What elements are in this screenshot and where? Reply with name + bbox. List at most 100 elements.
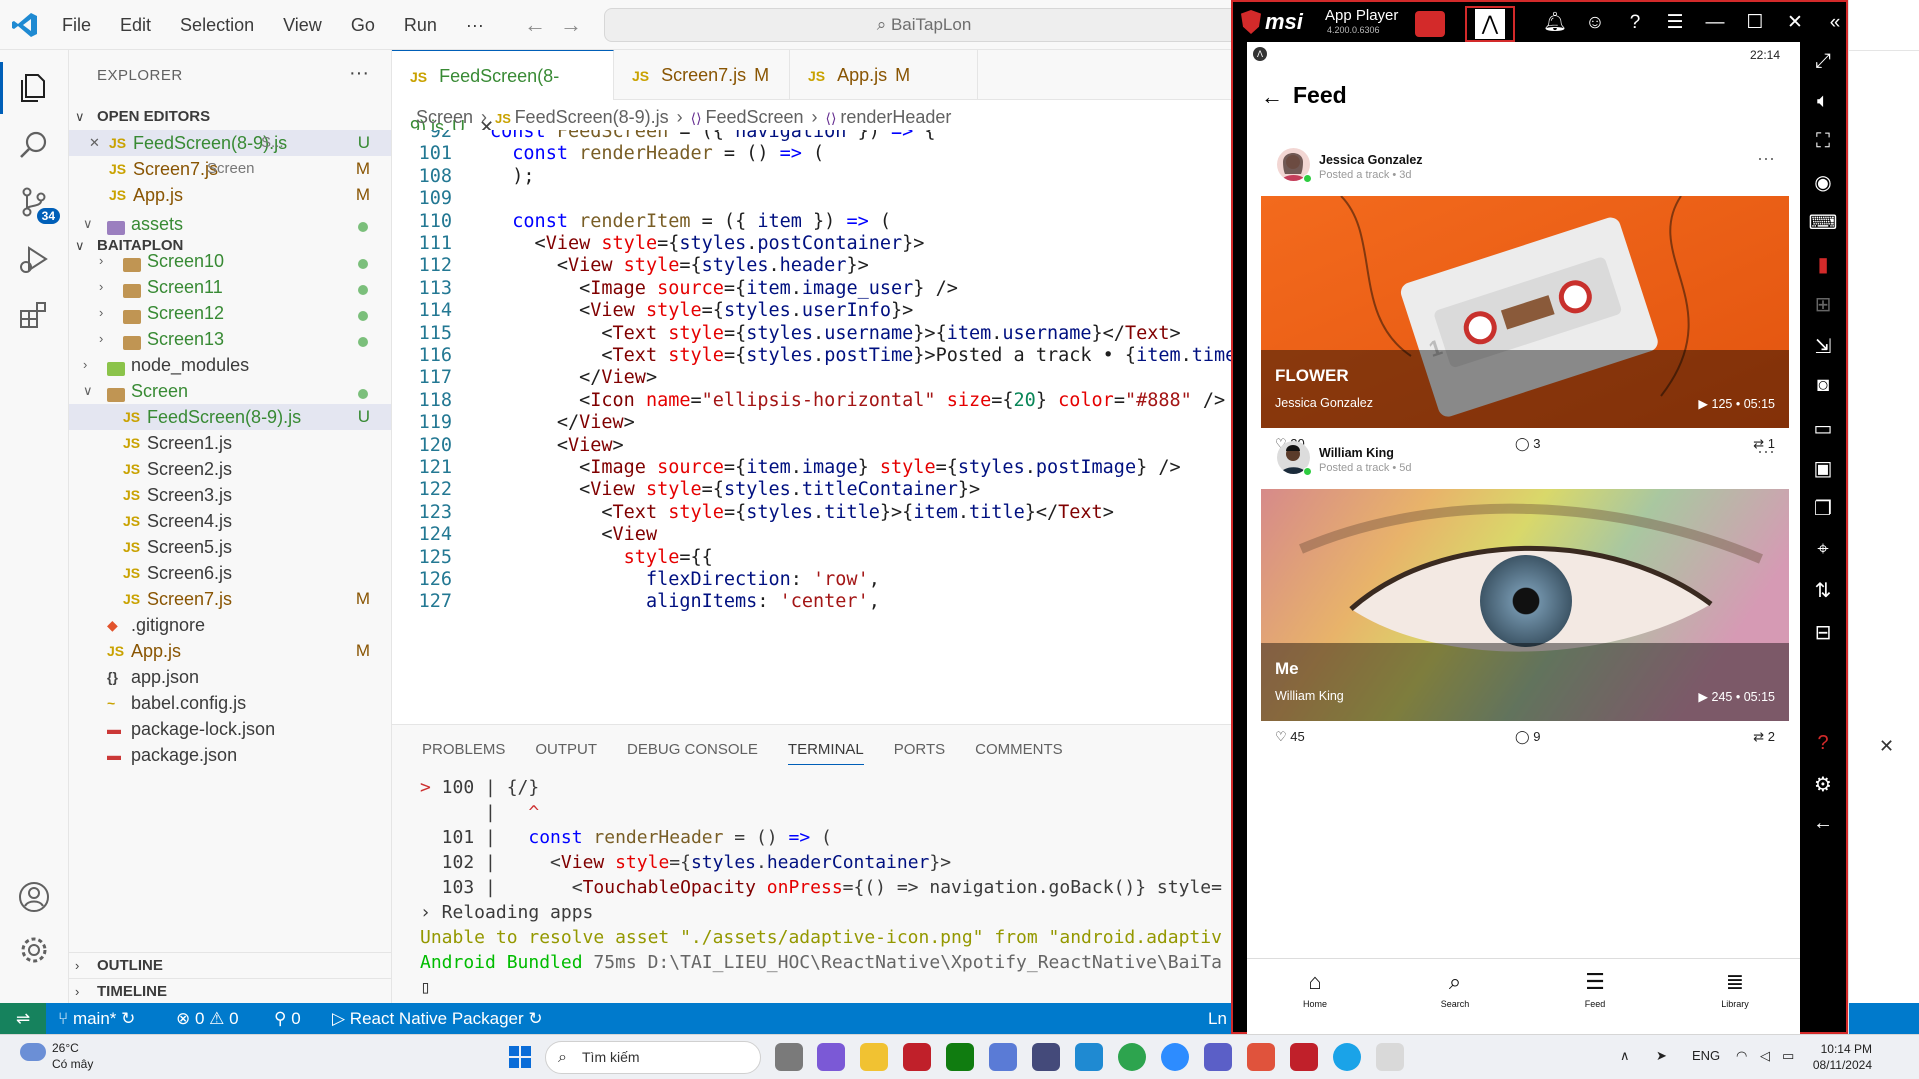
file-tree-item[interactable]: JS Screen5.js (69, 534, 391, 560)
media-icon[interactable]: ▣ (1800, 456, 1846, 481)
explorer-more-icon[interactable]: ··· (349, 62, 369, 85)
comment-button[interactable]: ◯ 3 (1515, 436, 1540, 452)
menu-item[interactable]: ··· (466, 15, 484, 36)
close-icon[interactable]: ✕ (1775, 11, 1815, 34)
manage-gear-icon[interactable] (14, 930, 54, 970)
file-tree-item[interactable]: ∨ Screen (69, 378, 391, 404)
fullscreen-icon[interactable]: ⤢ (1800, 50, 1846, 73)
vscode-taskbar-icon[interactable] (1075, 1043, 1103, 1071)
xbox-icon[interactable] (946, 1043, 974, 1071)
editor-tab[interactable]: JS FeedScreen(8-9).js U ✕ (392, 50, 614, 137)
send-icon[interactable]: ➤ (1656, 1048, 1667, 1064)
remote-indicator-icon[interactable]: ⇌ (0, 1003, 46, 1034)
search-icon[interactable] (14, 125, 54, 165)
run-debug-icon[interactable] (14, 239, 54, 279)
timeline-header[interactable]: › TIMELINE (69, 978, 391, 1003)
menu-item[interactable]: Go (351, 15, 375, 36)
help-icon[interactable]: ? (1800, 732, 1846, 755)
back-arrow-icon[interactable]: ← (1261, 84, 1283, 110)
file-tree-item[interactable]: JS Screen1.js (69, 430, 391, 456)
extensions-icon[interactable] (14, 296, 54, 336)
file-tree-item[interactable]: JS FeedScreen(8-9).js U (69, 404, 391, 430)
repost-button[interactable]: ⇄ 2 (1753, 729, 1775, 745)
problems-status[interactable]: ⊗ 0 ⚠ 0 (176, 1003, 239, 1034)
wifi-icon[interactable]: ◠ (1736, 1048, 1747, 1064)
taskbar-clock[interactable]: 10:14 PM 08/11/2024 (1804, 1041, 1872, 1073)
file-tree-item[interactable]: › Screen13 (69, 326, 391, 352)
file-tree-item[interactable]: ~ babel.config.js (69, 690, 391, 716)
rotate-icon[interactable]: ⇅ (1800, 578, 1846, 603)
nav-search[interactable]: ⌕ Search (1415, 969, 1495, 1009)
file-tree-item[interactable]: JS Screen2.js (69, 456, 391, 482)
store-icon[interactable] (1247, 1043, 1275, 1071)
collapse-sidebar-icon[interactable]: « (1815, 12, 1855, 34)
panel-tab[interactable]: COMMENTS (975, 741, 1063, 764)
keyboard-icon[interactable]: ⌨ (1800, 210, 1846, 235)
file-tree-item[interactable]: JS Screen7.js M (69, 586, 391, 612)
app-player-taskbar-icon[interactable] (1290, 1043, 1318, 1071)
panel-tab[interactable]: PROBLEMS (422, 741, 505, 764)
task-status[interactable]: ▷ React Native Packager ↻ (332, 1003, 543, 1034)
panel-tab[interactable]: OUTPUT (535, 741, 597, 764)
menu-item[interactable]: Run (404, 15, 437, 36)
location-icon[interactable]: ⌖ (1800, 538, 1846, 561)
cursor-position[interactable]: Ln (1208, 1003, 1227, 1034)
post-image[interactable]: Me William King ▶ 245 • 05:15 (1261, 489, 1789, 721)
menu-item[interactable]: View (283, 15, 322, 36)
phone-icon[interactable]: ▮ (1800, 252, 1846, 277)
file-explorer-icon[interactable] (860, 1043, 888, 1071)
teams-icon[interactable] (1204, 1043, 1232, 1071)
file-tree-item[interactable]: JS Screen6.js (69, 560, 391, 586)
install-apk-icon[interactable]: ⇲ (1800, 334, 1846, 359)
camera-icon[interactable]: ◙ (1800, 374, 1846, 397)
panel-tab[interactable]: TERMINAL (787, 741, 864, 765)
comment-button[interactable]: ◯ 9 (1515, 729, 1540, 745)
taskbar-search[interactable]: ⌕ Tìm kiếm (545, 1041, 761, 1074)
chrome-icon[interactable] (1118, 1043, 1146, 1071)
screen-capture-icon[interactable]: ⛶ (1800, 130, 1846, 153)
back-icon[interactable]: ← (1800, 812, 1846, 835)
file-tree-item[interactable]: › Screen12 (69, 300, 391, 326)
ellipsis-horizontal-icon[interactable]: ··· (1757, 148, 1775, 169)
volume-icon[interactable]: 🔈︎ (1800, 90, 1846, 113)
close-icon[interactable]: ✕ (1879, 736, 1894, 757)
outline-header[interactable]: › OUTLINE (69, 952, 391, 978)
ellipsis-horizontal-icon[interactable]: ··· (1757, 441, 1775, 462)
branch-status[interactable]: ⑂ main* ↻ (58, 1003, 135, 1034)
file-tree-item[interactable]: JS App.js M (69, 638, 391, 664)
terminal-output[interactable]: > 100 | {/} | ^ 101 | const renderHeader… (420, 775, 1222, 1000)
nav-back-forward-icon[interactable]: ←→ (524, 12, 596, 38)
explorer-icon[interactable] (0, 62, 54, 114)
menu-icon[interactable]: ☰ (1655, 11, 1695, 34)
file-tree-item[interactable]: ▬ package.json (69, 742, 391, 768)
windows-start-icon[interactable] (509, 1046, 531, 1068)
chevron-up-icon[interactable]: ∧ (1620, 1048, 1630, 1064)
ports-status[interactable]: ⚲ 0 (274, 1003, 301, 1034)
open-editor-item[interactable]: JS Screen7.js Screen M (69, 156, 391, 182)
minimize-icon[interactable]: — (1695, 12, 1735, 34)
task-view-icon[interactable] (775, 1043, 803, 1071)
account-icon[interactable] (14, 877, 54, 917)
file-tree-item[interactable]: JS Screen4.js (69, 508, 391, 534)
snipping-tool-icon[interactable] (1376, 1043, 1404, 1071)
file-tree-item[interactable]: ◆ .gitignore (69, 612, 391, 638)
file-tree-item[interactable]: JS Screen3.js (69, 482, 391, 508)
editor-tab[interactable]: JS Screen7.js M (614, 50, 790, 100)
speaker-icon[interactable]: ◁ (1760, 1048, 1770, 1064)
post-image[interactable]: 1 FLOWER Jessica Gonzalez ▶ 125 • 05:15 (1261, 196, 1789, 428)
gamepad-icon[interactable]: ⊞ (1800, 292, 1846, 317)
nav-feed[interactable]: ☰ Feed (1555, 969, 1635, 1009)
file-tree-item[interactable]: › Screen11 (69, 274, 391, 300)
open-editor-item[interactable]: JS App.js M (69, 182, 391, 208)
like-button[interactable]: ♡ 45 (1275, 729, 1305, 745)
msi-center-icon[interactable] (903, 1043, 931, 1071)
input-language[interactable]: ENG (1692, 1048, 1720, 1063)
post-username[interactable]: William King (1319, 446, 1394, 460)
panel-tab[interactable]: DEBUG CONSOLE (627, 741, 758, 764)
layout-icon[interactable]: ⊟ (1800, 620, 1846, 645)
file-tree-item[interactable]: ▬ package-lock.json (69, 716, 391, 742)
command-center-search[interactable]: ⌕ BaiTapLon (604, 8, 1244, 42)
battery-icon[interactable]: ▭ (1782, 1048, 1794, 1064)
home-tab-icon[interactable] (1415, 11, 1445, 37)
breadcrumb-item[interactable]: renderHeader (840, 107, 951, 127)
